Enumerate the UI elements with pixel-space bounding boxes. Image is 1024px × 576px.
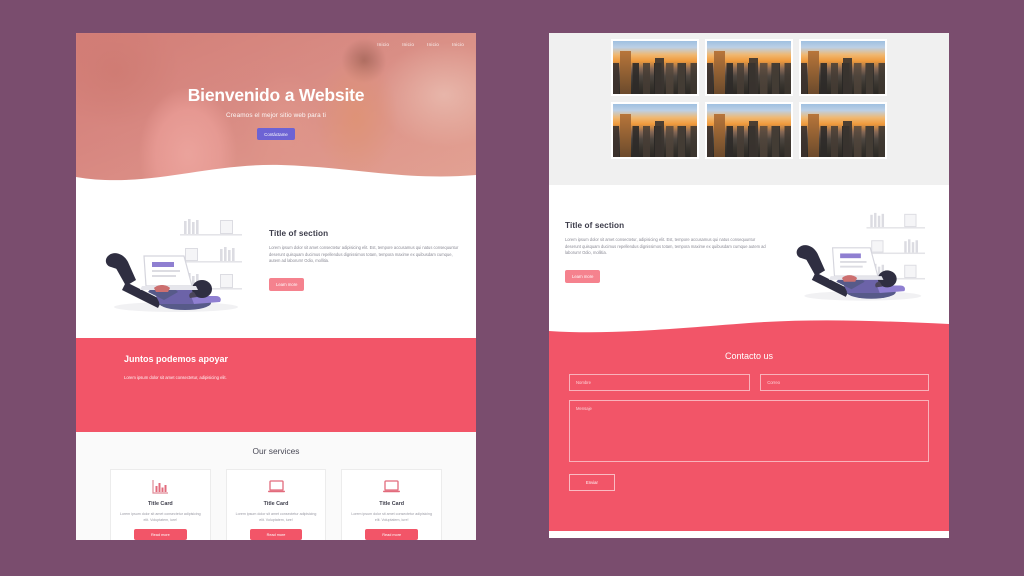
gallery-thumbnail[interactable]	[705, 39, 793, 96]
card-title: Title Card	[147, 501, 173, 507]
laptop-icon	[234, 479, 319, 495]
reading-person-illustration	[776, 195, 941, 308]
cta-subtitle: Lorem ipsum dolor sit amet consectetur, …	[124, 375, 227, 380]
about-text-block: Title of section Lorem ipsum dolor sit a…	[565, 221, 776, 283]
about-text-block: Title of section Lorem ipsum dolor sit a…	[259, 229, 462, 291]
contact-title: Contacto us	[724, 351, 774, 361]
contact-field-row	[569, 374, 929, 391]
services-section: Our services Title Card Lorem ipsum dolo…	[76, 432, 476, 540]
bar-chart-icon	[118, 479, 203, 495]
person-with-laptop-illustration	[105, 219, 242, 312]
hero-title: Bienvenido a Website	[187, 85, 365, 105]
hero-subtitle: Creamos el mejor sitio web para ti	[225, 112, 326, 119]
laptop-icon	[349, 479, 434, 495]
nav-item-2[interactable]: Inicio	[402, 42, 414, 47]
gallery-thumbnail[interactable]	[611, 39, 699, 96]
gallery-thumbnail[interactable]	[705, 102, 793, 159]
nav-item-1[interactable]: Inicio	[377, 42, 389, 47]
section-body: Lorem ipsum dolor sit amet consectetur a…	[269, 245, 459, 264]
right-page-mockup: Title of section Lorem ipsum dolor sit a…	[549, 33, 949, 538]
service-card[interactable]: Title Card Lorem ipsum dolor sit amet co…	[341, 469, 443, 540]
card-read-more-button[interactable]: Read more	[134, 529, 187, 540]
hero-section: Inicio Inicio Inicio Inicio Bienvenido a…	[76, 33, 476, 188]
cta-title: Juntos podemos apoyar	[124, 354, 229, 364]
service-cards: Title Card Lorem ipsum dolor sit amet co…	[86, 469, 466, 540]
name-input[interactable]	[569, 374, 751, 391]
card-read-more-button[interactable]: Read more	[365, 529, 418, 540]
reading-person-illustration	[84, 200, 259, 320]
hero-contact-button[interactable]: Contáctame	[257, 128, 295, 140]
service-card[interactable]: Title Card Lorem ipsum dolor sit amet co…	[110, 469, 211, 540]
gallery-thumbnail[interactable]	[799, 102, 887, 159]
submit-button[interactable]: Enviar	[569, 474, 615, 491]
gallery-thumbnail[interactable]	[799, 39, 887, 96]
nav-item-3[interactable]: Inicio	[427, 42, 439, 47]
card-read-more-button[interactable]: Read more	[249, 529, 303, 540]
section-body: Lorem ipsum dolor sit amet consectetur, …	[565, 237, 766, 256]
card-body: Lorem ipsum dolor sit amet consectetur a…	[351, 512, 433, 522]
learn-more-button[interactable]: Learn more	[269, 277, 305, 291]
cta-banner: Juntos podemos apoyar Lorem ipsum dolor …	[76, 338, 476, 432]
section-title: Title of section	[269, 229, 329, 239]
image-gallery-section	[549, 33, 949, 185]
services-title: Our services	[252, 446, 300, 456]
gallery-thumbnail[interactable]	[611, 102, 699, 159]
hero-navigation: Inicio Inicio Inicio Inicio	[377, 42, 464, 47]
gallery-grid	[549, 39, 949, 159]
about-section: Title of section Lorem ipsum dolor sit a…	[76, 188, 476, 338]
left-page-mockup: Inicio Inicio Inicio Inicio Bienvenido a…	[76, 33, 476, 540]
contact-section: Contacto us Enviar	[549, 341, 949, 531]
hero-content: Bienvenido a Website Creamos el mejor si…	[76, 85, 476, 141]
service-card[interactable]: Title Card Lorem ipsum dolor sit amet co…	[225, 469, 327, 540]
nav-item-4[interactable]: Inicio	[452, 42, 464, 47]
section-title: Title of section	[565, 221, 625, 231]
message-textarea[interactable]	[569, 400, 929, 462]
card-body: Lorem ipsum dolor sit amet consectetur a…	[235, 512, 317, 522]
hero-wave-divider	[76, 164, 476, 188]
email-input[interactable]	[760, 374, 929, 391]
card-title: Title Card	[263, 501, 289, 507]
learn-more-button[interactable]: Learn more	[565, 269, 601, 283]
contact-wave-divider	[549, 305, 949, 341]
card-title: Title Card	[379, 501, 405, 507]
about-section: Title of section Lorem ipsum dolor sit a…	[549, 185, 949, 313]
card-body: Lorem ipsum dolor sit amet consectetur a…	[119, 512, 201, 522]
person-with-laptop-illustration	[796, 213, 925, 302]
